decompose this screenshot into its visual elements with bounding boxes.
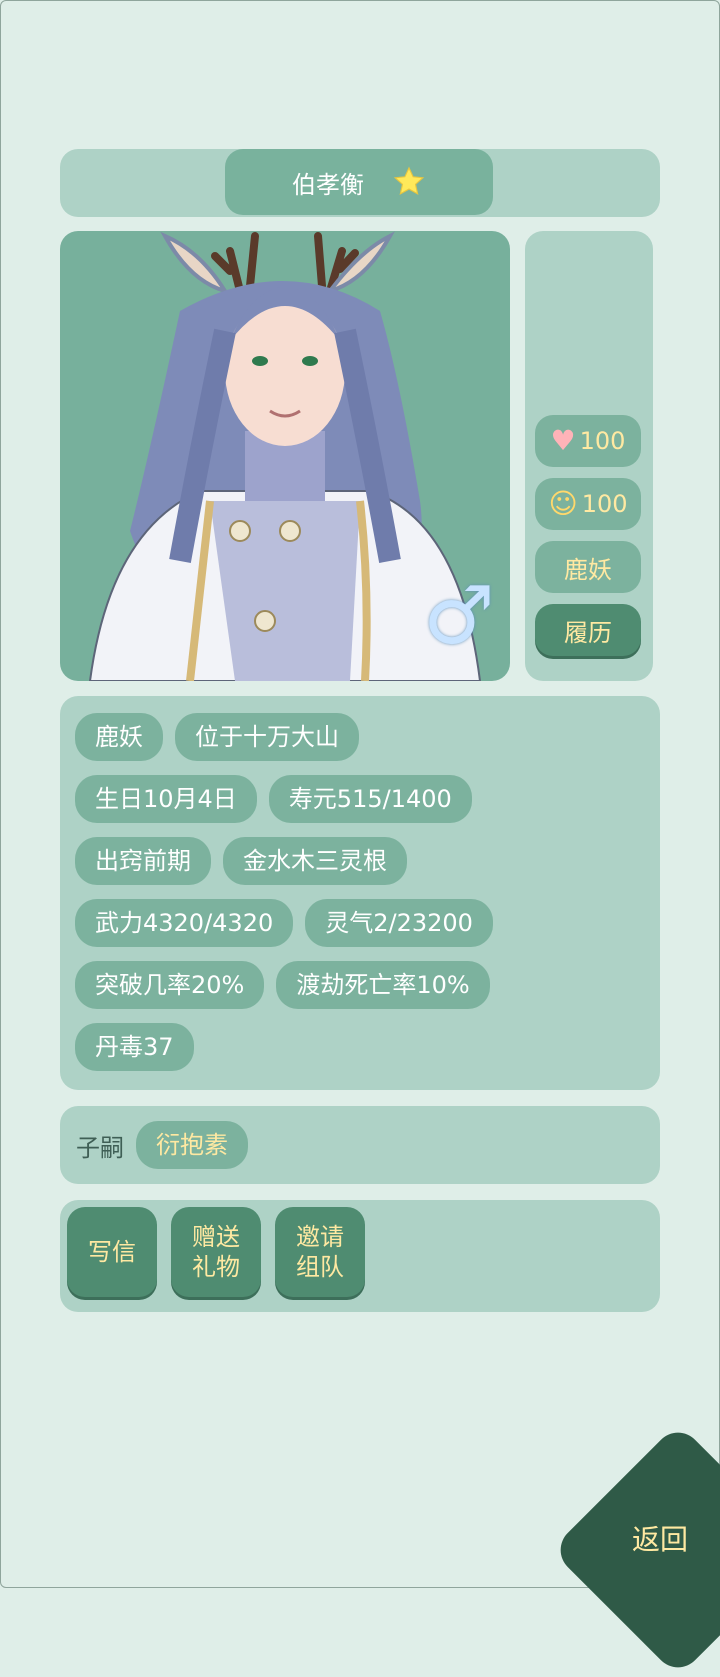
tag-lifespan: 寿元515/1400 [268,775,472,823]
tag-combat-power: 武力4320/4320 [75,899,294,947]
info-panel: 鹿妖 位于十万大山 生日10月4日 寿元515/1400 出窍前期 金水木三灵根 武力… [60,696,660,1090]
resume-button[interactable]: 履历 [535,604,641,656]
write-letter-label: 写信 [88,1238,136,1266]
mood-value: 100 [581,490,628,518]
tag-race: 鹿妖 [75,713,163,761]
tag-spirit-root: 金水木三灵根 [223,837,407,885]
invite-team-button[interactable]: 邀请 组队 [275,1207,365,1297]
name-plate: 伯孝衡 [225,149,493,215]
send-gift-label: 赠送 礼物 [192,1223,240,1281]
tag-spirit-energy: 灵气2/23200 [305,899,493,947]
title-bar: 伯孝衡 [60,149,660,217]
invite-team-label: 邀请 组队 [296,1223,344,1281]
send-gift-button[interactable]: 赠送 礼物 [171,1207,261,1297]
race-button[interactable]: 鹿妖 [535,541,641,593]
heart-icon: ♥ [550,424,576,457]
side-panel: ♥ 100 ☺ 100 鹿妖 履历 [525,231,653,681]
male-gender-icon: ♂ [423,569,495,662]
character-portrait: ♂ [60,231,510,681]
children-panel: 子嗣 衍抱素 [60,1106,660,1184]
character-name: 伯孝衡 [292,170,364,199]
info-tags: 鹿妖 位于十万大山 生日10月4日 寿元515/1400 出窍前期 金水木三灵根 武力… [75,713,650,1085]
affection-value: 100 [579,427,626,455]
tag-realm: 出窍前期 [75,837,211,885]
mood-stat: ☺ 100 [535,478,641,530]
children-label: 子嗣 [76,1134,124,1162]
write-letter-button[interactable]: 写信 [67,1207,157,1297]
back-label[interactable]: 返回 [632,1518,688,1558]
tag-birthday: 生日10月4日 [75,775,257,823]
tag-location: 位于十万大山 [175,713,359,761]
tag-pill-toxicity: 丹毒37 [75,1023,194,1071]
tag-breakthrough-rate: 突破几率20% [75,961,265,1009]
affection-stat: ♥ 100 [535,415,641,467]
star-icon[interactable] [392,165,426,199]
tag-tribulation-death-rate: 渡劫死亡率10% [276,961,490,1009]
action-panel: 写信 赠送 礼物 邀请 组队 [60,1200,660,1312]
child-name-button[interactable]: 衍抱素 [136,1121,248,1169]
smile-face-icon: ☺ [548,487,578,520]
